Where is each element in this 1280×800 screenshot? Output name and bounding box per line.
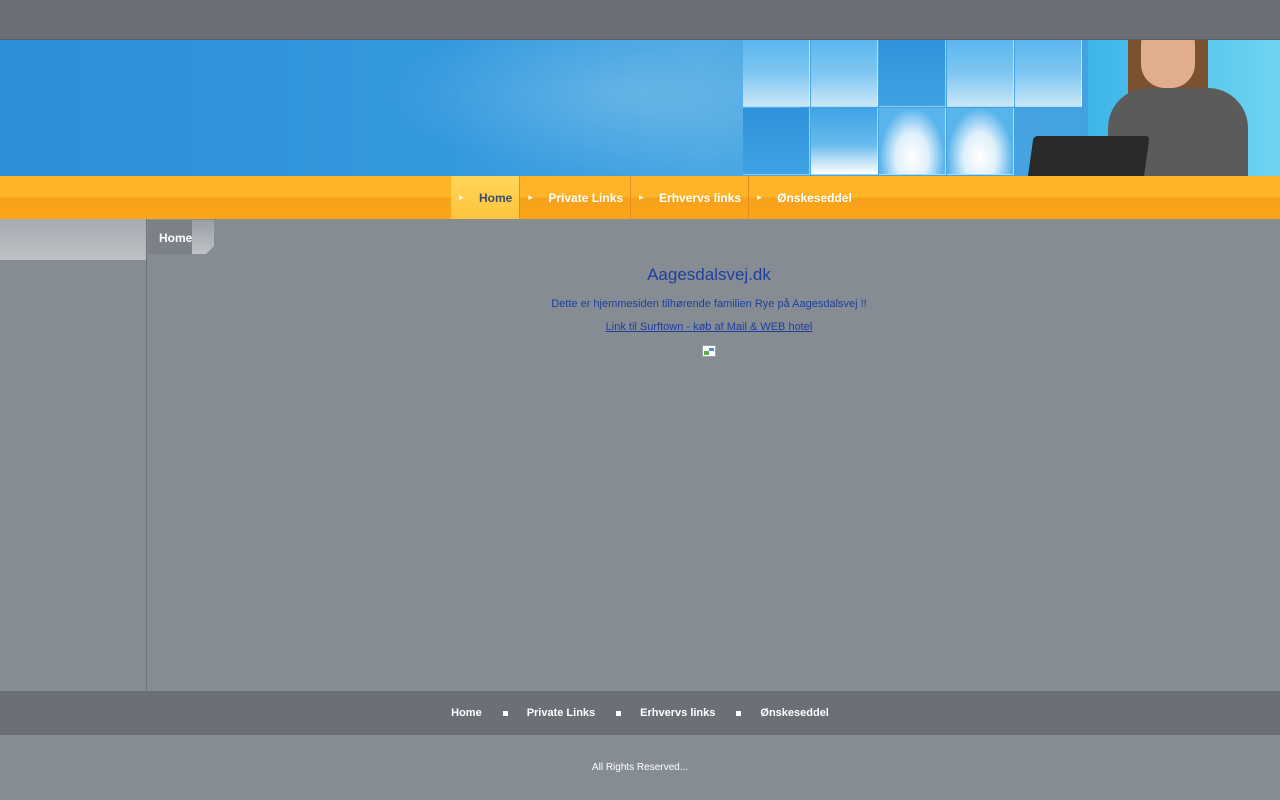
banner-tile bbox=[879, 108, 946, 175]
sidebar-header bbox=[0, 219, 146, 260]
page-title: Aagesdalsvej.dk bbox=[647, 265, 771, 284]
footer-link-oenskeseddel[interactable]: Ønskeseddel bbox=[760, 707, 828, 719]
nav-item-home[interactable]: ▸ Home bbox=[451, 176, 521, 219]
broken-image-icon bbox=[702, 345, 716, 357]
footer-link-home[interactable]: Home bbox=[451, 707, 482, 719]
banner-tile bbox=[947, 108, 1014, 175]
main-navbar: ▸ Home ▸ Private Links ▸ Erhvervs links … bbox=[0, 176, 1280, 219]
footer-link-erhvervs-links[interactable]: Erhvervs links bbox=[640, 707, 715, 719]
intro-text: Dette er hjemmesiden tilhørende familien… bbox=[551, 298, 867, 310]
banner-tile bbox=[743, 40, 810, 107]
page-fold-icon bbox=[192, 220, 214, 254]
breadcrumb-label: Home bbox=[159, 231, 193, 245]
footer-nav-bar: Home Private Links Erhvervs links Ønskes… bbox=[0, 691, 1280, 735]
nav-item-label: Home bbox=[479, 190, 513, 205]
square-bullet-icon bbox=[502, 710, 508, 716]
banner-tile bbox=[811, 40, 878, 107]
top-bar bbox=[0, 0, 1280, 40]
laptop-image bbox=[1022, 136, 1150, 176]
arrow-right-icon: ▸ bbox=[757, 192, 762, 202]
sidebar bbox=[0, 219, 147, 690]
banner-tile bbox=[879, 40, 946, 107]
nav-item-private-links[interactable]: ▸ Private Links bbox=[520, 176, 632, 219]
main-content: Home Aagesdalsvej.dk Dette er hjemmeside… bbox=[148, 219, 1280, 690]
header-banner bbox=[0, 40, 1280, 176]
nav-item-erhvervs-links[interactable]: ▸ Erhvervs links bbox=[631, 176, 750, 219]
square-bullet-icon bbox=[616, 710, 622, 716]
arrow-right-icon: ▸ bbox=[528, 192, 533, 202]
copyright-text: All Rights Reserved... bbox=[591, 762, 689, 773]
arrow-right-icon: ▸ bbox=[639, 192, 644, 202]
footer: All Rights Reserved... bbox=[0, 735, 1280, 800]
square-bullet-icon bbox=[736, 710, 742, 716]
footer-link-private-links[interactable]: Private Links bbox=[527, 707, 595, 719]
banner-tile bbox=[811, 108, 878, 175]
surftown-link[interactable]: Link til Surftown - køb af Mail & WEB ho… bbox=[606, 321, 813, 333]
surftown-link-row: Link til Surftown - køb af Mail & WEB ho… bbox=[148, 321, 1270, 333]
banner-tile bbox=[743, 108, 810, 175]
nav-item-label: Private Links bbox=[548, 190, 624, 205]
nav-item-oenskeseddel[interactable]: ▸ Ønskeseddel bbox=[749, 176, 859, 219]
banner-sky-glow bbox=[380, 40, 800, 176]
footer-nav: Home Private Links Erhvervs links Ønskes… bbox=[0, 691, 1280, 735]
nav-item-label: Erhvervs links bbox=[659, 190, 742, 205]
breadcrumb: Home bbox=[148, 220, 214, 254]
main-nav: ▸ Home ▸ Private Links ▸ Erhvervs links … bbox=[451, 176, 859, 219]
nav-item-label: Ønskeseddel bbox=[777, 190, 852, 205]
arrow-right-icon: ▸ bbox=[459, 192, 464, 202]
banner-tile bbox=[947, 40, 1014, 107]
header-person-photo bbox=[1022, 40, 1280, 176]
